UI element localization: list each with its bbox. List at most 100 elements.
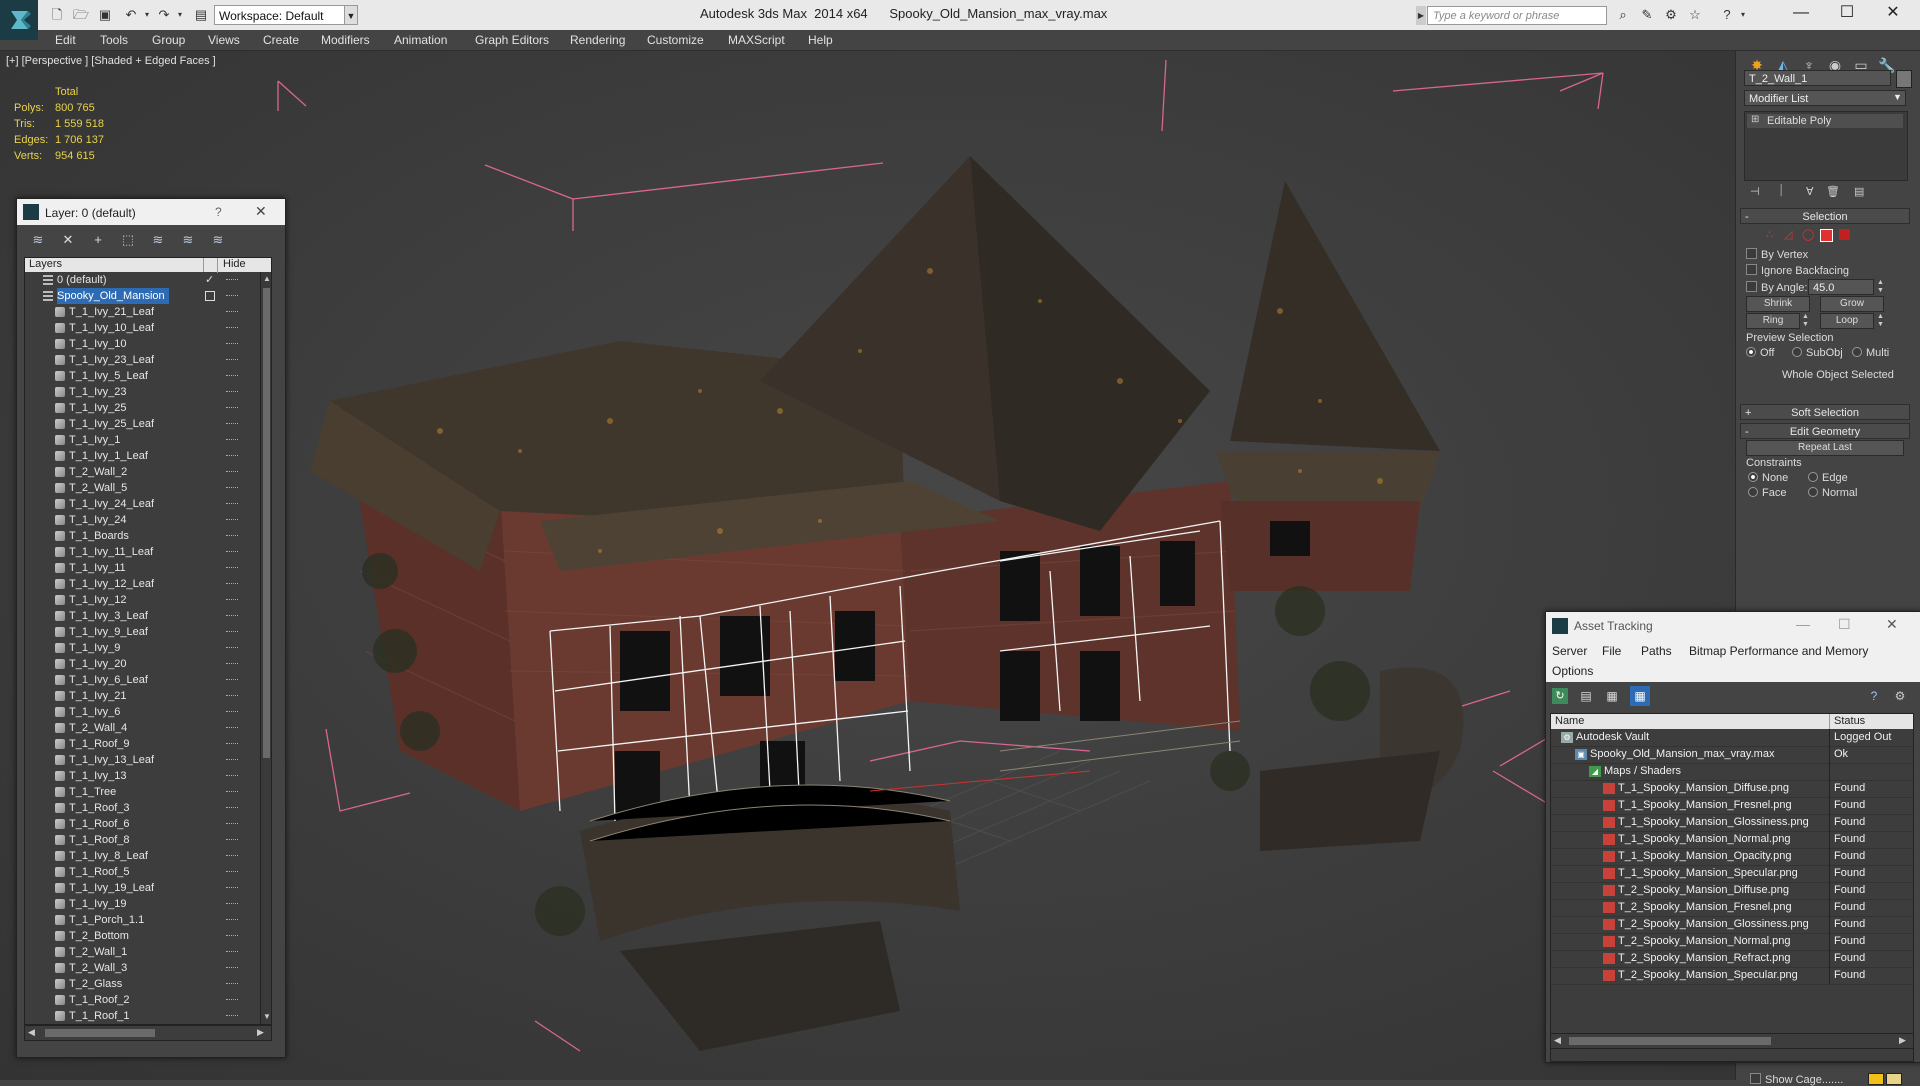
hide-toggle[interactable] [226, 343, 238, 346]
thumbnail-view-icon[interactable]: ▦ [1604, 688, 1620, 704]
cage-selected-color-swatch[interactable] [1886, 1073, 1902, 1085]
vertex-mode-icon[interactable]: ∴ [1766, 228, 1773, 241]
asset-tracking-titlebar[interactable]: Asset Tracking — ☐ ✕ [1546, 612, 1920, 640]
asset-row[interactable]: T_1_Spooky_Mansion_Specular.png Found [1551, 865, 1913, 883]
asset-row[interactable]: T_1_Spooky_Mansion_Normal.png Found [1551, 831, 1913, 849]
layer-row[interactable]: T_1_Roof_8 [25, 832, 260, 848]
redo-dropdown-icon[interactable]: ▾ [171, 6, 189, 24]
hide-toggle[interactable] [226, 871, 238, 874]
layer-row[interactable]: T_1_Ivy_19 [25, 896, 260, 912]
binoculars-icon[interactable]: ⌕ [1614, 6, 1632, 24]
ignore-backfacing-checkbox[interactable]: Ignore Backfacing [1746, 264, 1849, 277]
selection-rollout-header[interactable]: - Selection [1740, 208, 1910, 224]
layer-row[interactable]: T_1_Roof_9 [25, 736, 260, 752]
table-view-icon[interactable]: ▦ [1630, 686, 1650, 706]
hide-toggle[interactable] [226, 967, 238, 970]
scroll-thumb[interactable] [1569, 1037, 1771, 1045]
remove-modifier-icon[interactable]: 🗑 [1826, 185, 1840, 198]
hide-toggle[interactable] [226, 327, 238, 330]
ring-button[interactable]: Ring [1746, 313, 1800, 329]
hide-toggle[interactable] [226, 599, 238, 602]
layer-row[interactable]: T_1_Ivy_9_Leaf [25, 624, 260, 640]
preview-subobj-radio[interactable]: SubObj [1792, 347, 1843, 359]
favorites-star-icon[interactable]: ☆ [1686, 6, 1704, 24]
hide-toggle[interactable] [226, 711, 238, 714]
hide-toggle[interactable] [226, 551, 238, 554]
layer-row[interactable]: T_1_Ivy_13_Leaf [25, 752, 260, 768]
hide-toggle[interactable] [226, 727, 238, 730]
column-layers[interactable]: Layers [29, 258, 62, 270]
layer-dialog-titlebar[interactable]: Layer: 0 (default) ? ✕ [17, 199, 285, 225]
layer-row[interactable]: 0 (default) ✓ [25, 272, 260, 288]
layer-row[interactable]: T_1_Ivy_1_Leaf [25, 448, 260, 464]
layer-row[interactable]: T_1_Ivy_19_Leaf [25, 880, 260, 896]
hide-toggle[interactable] [226, 951, 238, 954]
column-name[interactable]: Name [1555, 715, 1584, 727]
hide-toggle[interactable] [226, 583, 238, 586]
menu-bitmap-performance[interactable]: Bitmap Performance and Memory [1689, 644, 1868, 658]
asset-horizontal-scrollbar[interactable]: ◀ ▶ [1550, 1033, 1914, 1049]
layer-row[interactable]: T_1_Ivy_9 [25, 640, 260, 656]
constraint-edge-radio[interactable]: Edge [1808, 472, 1848, 484]
hide-toggle[interactable] [226, 791, 238, 794]
save-file-icon[interactable]: ▣ [96, 6, 114, 24]
select-objects-icon[interactable]: ⬚ [119, 231, 137, 249]
asset-row[interactable]: T_2_Spooky_Mansion_Specular.png Found [1551, 967, 1913, 985]
refresh-icon[interactable]: ↻ [1552, 688, 1568, 704]
loop-button[interactable]: Loop [1820, 313, 1874, 329]
menu-customize[interactable]: Customize [647, 30, 704, 50]
workspace-dropdown[interactable]: Workspace: Default [214, 5, 357, 25]
open-file-icon[interactable]: 🗁 [72, 6, 90, 24]
scroll-right-icon[interactable]: ▶ [1899, 1035, 1906, 1046]
shrink-button[interactable]: Shrink [1746, 296, 1810, 312]
layer-row[interactable]: T_1_Roof_6 [25, 816, 260, 832]
hide-all-layers-icon[interactable]: ≋ [179, 231, 197, 249]
asset-row[interactable]: T_2_Spooky_Mansion_Normal.png Found [1551, 933, 1913, 951]
layer-row[interactable]: T_1_Porch_1.1 [25, 912, 260, 928]
layer-row[interactable]: T_1_Roof_5 [25, 864, 260, 880]
layer-row[interactable]: T_1_Ivy_23 [25, 384, 260, 400]
asset-row[interactable]: T_2_Spooky_Mansion_Fresnel.png Found [1551, 899, 1913, 917]
hide-toggle[interactable] [226, 775, 238, 778]
hide-toggle[interactable] [226, 631, 238, 634]
soft-selection-rollout-header[interactable]: + Soft Selection [1740, 404, 1910, 420]
ring-spinner[interactable]: ▲ ▼ [1802, 313, 1809, 329]
hide-toggle[interactable] [226, 647, 238, 650]
minimize-icon[interactable]: — [1778, 0, 1824, 26]
scroll-up-icon[interactable]: ▲ [263, 274, 271, 283]
highlight-layer-icon[interactable]: ≋ [149, 231, 167, 249]
cage-color-swatch[interactable] [1868, 1073, 1884, 1085]
hide-toggle[interactable] [226, 407, 238, 410]
hide-toggle[interactable] [226, 903, 238, 906]
hide-toggle[interactable] [226, 423, 238, 426]
asset-row[interactable]: ⚙ Autodesk Vault Logged Out [1551, 729, 1913, 747]
project-folder-icon[interactable]: ▤ [192, 6, 210, 24]
hide-toggle[interactable] [226, 679, 238, 682]
hide-toggle[interactable] [226, 311, 238, 314]
show-end-result-icon[interactable]: ⏐ [1778, 185, 1784, 198]
border-mode-icon[interactable]: ◯ [1802, 228, 1814, 241]
search-expand-icon[interactable]: ▶ [1416, 6, 1426, 25]
maximize-icon[interactable]: ☐ [1838, 616, 1851, 633]
by-vertex-checkbox[interactable]: By Vertex [1746, 248, 1808, 261]
minimize-icon[interactable]: — [1796, 616, 1810, 632]
hide-toggle[interactable] [226, 487, 238, 490]
asset-row[interactable]: T_2_Spooky_Mansion_Diffuse.png Found [1551, 882, 1913, 900]
subscription-icon[interactable]: ✎ [1638, 6, 1656, 24]
hide-toggle[interactable] [226, 935, 238, 938]
hide-toggle[interactable] [226, 471, 238, 474]
scroll-thumb[interactable] [263, 288, 270, 758]
close-icon[interactable]: ✕ [1886, 616, 1898, 633]
hide-toggle[interactable] [226, 855, 238, 858]
search-input[interactable]: Type a keyword or phrase [1427, 6, 1607, 25]
edge-mode-icon[interactable]: ◿ [1784, 228, 1792, 241]
layer-row[interactable]: T_1_Ivy_1 [25, 432, 260, 448]
object-name-field[interactable]: T_2_Wall_1 [1744, 70, 1891, 86]
chevron-down-icon[interactable]: ▼ [344, 5, 358, 25]
hide-toggle[interactable] [226, 999, 238, 1002]
hide-toggle[interactable] [226, 439, 238, 442]
layer-row[interactable]: T_1_Ivy_23_Leaf [25, 352, 260, 368]
hide-toggle[interactable] [226, 1015, 238, 1018]
modifier-list-dropdown[interactable]: Modifier List [1744, 90, 1906, 106]
layer-row[interactable]: T_1_Ivy_25 [25, 400, 260, 416]
